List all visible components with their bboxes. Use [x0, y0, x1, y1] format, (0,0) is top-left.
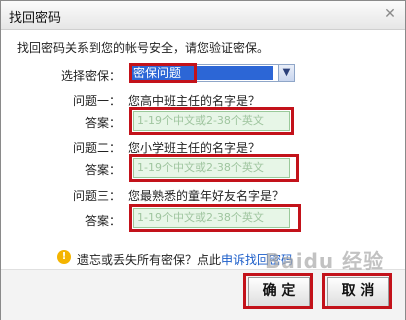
answer-2-label: 答案： — [84, 163, 121, 177]
question-3-row: 问题三： 您最熟悉的童年好友名字是？ — [1, 183, 405, 205]
question-3-text: 您最熟悉的童年好友名字是？ — [128, 189, 285, 203]
close-icon[interactable]: ✕ — [383, 7, 397, 21]
tip-row: 遗忘或丢失所有密保？点此申诉找回密码 — [77, 251, 293, 268]
warning-icon: ! — [57, 250, 71, 264]
title-bar: 找回密码 ✕ — [1, 1, 405, 30]
tip-text: 遗忘或丢失所有密保？点此 — [77, 253, 222, 267]
question-3-label: 问题三： — [72, 189, 121, 203]
answer-3-label: 答案： — [84, 214, 121, 228]
highlight-answer-3 — [129, 204, 301, 232]
intro-text: 找回密码关系到您的帐号安全，请您验证密保。 — [17, 41, 270, 55]
highlight-cancel — [322, 273, 392, 309]
security-label: 选择密保： — [60, 69, 121, 83]
question-1-label: 问题一： — [72, 94, 121, 108]
highlight-answer-2 — [129, 154, 299, 182]
find-password-dialog: 找回密码 ✕ 找回密码关系到您的帐号安全，请您验证密保。 选择密保： 密保问题 … — [0, 0, 406, 320]
highlight-answer-1 — [129, 107, 294, 135]
baidu-watermark: Baidu 经验 — [265, 249, 385, 273]
highlight-select — [129, 63, 197, 83]
answer-1-label: 答案： — [84, 116, 121, 130]
chevron-down-icon[interactable]: ▼ — [278, 65, 294, 81]
question-2-label: 问题二： — [72, 141, 121, 155]
dialog-title: 找回密码 — [9, 11, 62, 26]
highlight-ok — [243, 273, 313, 309]
